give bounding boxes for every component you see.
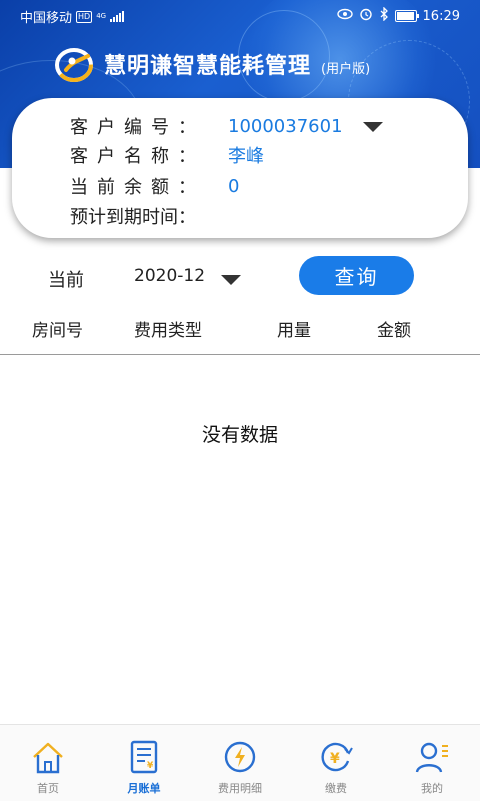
signal-icon — [110, 11, 125, 22]
hd-badge: HD — [76, 10, 93, 23]
user-icon — [414, 739, 450, 779]
app-logo — [52, 44, 96, 84]
app-subtitle: (用户版) — [321, 61, 371, 77]
expiry-label: 预计到期时间： — [70, 207, 196, 228]
bluetooth-icon — [379, 6, 389, 25]
customer-dropdown-arrow-icon[interactable] — [362, 116, 383, 137]
expiry-row: 预计到期时间： — [70, 202, 228, 230]
nav-label-payment: 缴费 — [325, 782, 347, 795]
bottom-navigation: 首页 ¥ 月账单 费用明细 ¥ 缴费 我的 — [0, 724, 480, 801]
nav-item-home[interactable]: 首页 — [0, 725, 96, 801]
network-type: 4G — [96, 12, 107, 20]
month-dropdown-arrow-icon[interactable] — [221, 270, 241, 289]
customer-name-row: 客户名称： 李峰 — [70, 141, 264, 169]
nav-label-fee-details: 费用明细 — [218, 782, 262, 795]
app-title: 慧明谦智慧能耗管理 — [104, 54, 312, 79]
customer-info-card: 客户编号： 1000037601 客户名称： 李峰 当前余额： 0 预计到期时间… — [12, 98, 468, 238]
balance-row: 当前余额： 0 — [70, 172, 239, 200]
customer-id-row[interactable]: 客户编号： 1000037601 — [70, 112, 383, 140]
eye-icon — [336, 8, 353, 24]
home-icon — [30, 739, 66, 779]
column-header-room: 房间号 — [32, 321, 83, 341]
customer-name-value: 李峰 — [228, 146, 264, 167]
nav-item-mine[interactable]: 我的 — [384, 725, 480, 801]
empty-state-message: 没有数据 — [201, 424, 278, 446]
query-button[interactable]: 查询 — [299, 256, 414, 295]
column-header-fee-type: 费用类型 — [134, 321, 202, 341]
column-header-usage: 用量 — [277, 321, 311, 341]
lightning-icon — [222, 739, 258, 779]
nav-label-home: 首页 — [37, 782, 59, 795]
period-label: 当前 — [48, 270, 84, 291]
app-header: 慧明谦智慧能耗管理 (用户版) — [52, 44, 370, 84]
nav-item-fee-details[interactable]: 费用明细 — [192, 725, 288, 801]
table-header: 房间号 费用类型 用量 金额 — [0, 312, 480, 355]
nav-item-payment[interactable]: ¥ 缴费 — [288, 725, 384, 801]
month-select[interactable]: 2020-12 — [134, 266, 205, 286]
customer-id-label: 客户编号： — [70, 117, 205, 138]
svg-text:¥: ¥ — [330, 751, 340, 767]
column-header-amount: 金额 — [377, 321, 411, 341]
nav-label-monthly-bill: 月账单 — [127, 782, 161, 795]
nav-item-monthly-bill[interactable]: ¥ 月账单 — [96, 725, 192, 801]
battery-icon — [394, 10, 419, 22]
alarm-icon — [359, 7, 373, 25]
clock-time: 16:29 — [422, 8, 460, 24]
customer-name-label: 客户名称： — [70, 146, 205, 167]
balance-value: 0 — [228, 175, 240, 197]
balance-label: 当前余额： — [70, 177, 205, 198]
status-bar: 中国移动 HD 4G 16:29 — [0, 0, 480, 30]
carrier-name: 中国移动 — [20, 11, 73, 26]
customer-id-value: 1000037601 — [228, 115, 343, 137]
svg-text:¥: ¥ — [147, 761, 154, 771]
yuan-payment-icon: ¥ — [318, 739, 354, 779]
nav-label-mine: 我的 — [421, 782, 443, 795]
bill-icon: ¥ — [126, 739, 162, 779]
